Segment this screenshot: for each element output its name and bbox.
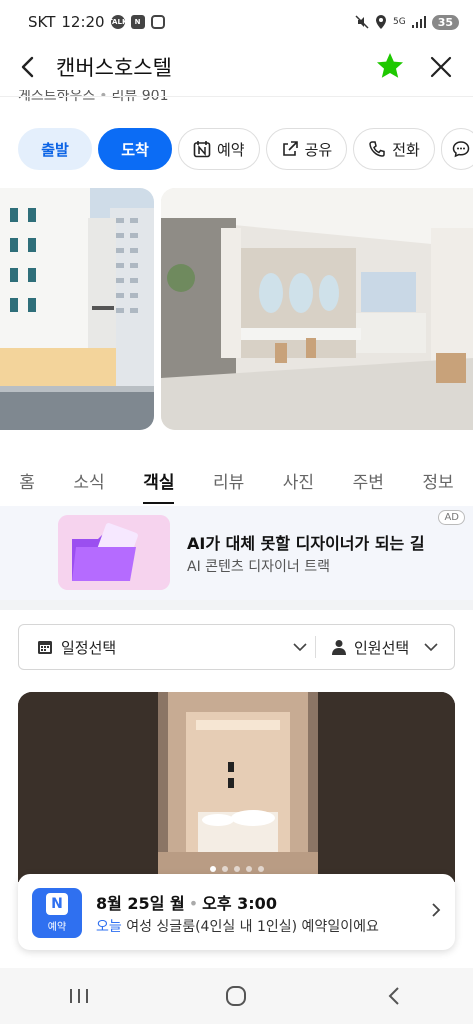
date-select-label: 일정선택 [61, 638, 117, 657]
share-label: 공유 [304, 140, 333, 159]
phone-icon [369, 141, 385, 157]
share-button[interactable]: 공유 [265, 128, 348, 170]
tab-info[interactable]: 정보 [422, 458, 453, 504]
favorite-button[interactable] [374, 50, 406, 82]
carousel-dot [233, 866, 240, 872]
booking-description: 여성 싱글룸(4인실 내 1인실) 예약일이에요 [126, 919, 379, 935]
chevron-left-icon [388, 987, 399, 1005]
chevron-right-icon [432, 903, 441, 917]
person-icon [332, 640, 346, 655]
tab-nearby[interactable]: 주변 [353, 458, 384, 504]
ad-subtitle: AI 콘텐츠 디자이너 트랙 [187, 559, 330, 575]
booking-today-label: 오늘 [96, 919, 122, 935]
tab-photos[interactable]: 사진 [283, 458, 314, 504]
close-button[interactable] [426, 52, 456, 82]
review-count[interactable]: 리뷰 901 [112, 90, 169, 104]
booking-reminder-card[interactable]: N 예약 8월 25일 월 • 오후 3:00 오늘 여성 싱글룸(4인실 내 1인… [18, 874, 455, 950]
people-select[interactable]: 인원선택 [316, 637, 454, 658]
booking-description-line: 오늘 여성 싱글룸(4인실 내 1인실) 예약일이에요 [96, 916, 379, 936]
carrier-label: SKT [28, 13, 56, 31]
naver-booking-icon [193, 141, 211, 158]
tab-home[interactable]: 홈 [19, 458, 35, 504]
title-bar: 캔버스호스텔 [0, 44, 473, 90]
place-tabs: 홈 소식 객실 리뷰 사진 주변 정보 [0, 458, 473, 504]
battery-indicator: 35 [431, 14, 459, 30]
tab-rooms[interactable]: 객실 [143, 458, 175, 504]
share-icon [282, 141, 298, 156]
call-button[interactable]: 전화 [353, 128, 435, 170]
action-chip-row: 출발 도착 예약 공유 전화 [18, 128, 473, 170]
reserve-label: 예약 [217, 140, 245, 159]
booking-badge-label: 예약 [47, 922, 67, 933]
booking-filter-bar: 일정선택 인원선택 [18, 624, 455, 670]
booking-badge: N 예약 [32, 888, 82, 938]
recent-apps-button[interactable] [59, 976, 99, 1016]
calendar-icon [38, 641, 52, 654]
ad-title: AI가 대체 못할 디자이너가 되는 길 [187, 534, 425, 553]
chat-icon [452, 141, 470, 158]
kakaotalk-notification-icon: TALK [108, 15, 127, 29]
interior-washroom-photo[interactable] [161, 188, 473, 430]
home-button[interactable] [216, 976, 256, 1016]
carousel-dot [221, 866, 228, 872]
place-category: 게스트하우스 [18, 90, 96, 104]
network-type: 5G [392, 17, 406, 27]
booking-time: 오후 3:00 [202, 894, 277, 913]
tab-reviews[interactable]: 리뷰 [213, 458, 244, 504]
android-nav-bar [0, 968, 473, 1024]
naver-notification-icon: N [130, 15, 145, 29]
carousel-dot [245, 866, 252, 872]
ad-folder-image [58, 515, 170, 590]
call-label: 전화 [392, 140, 420, 159]
chevron-down-icon [293, 643, 307, 652]
section-separator [0, 600, 473, 610]
status-bar: SKT 12:20 TALK N 5G 35 [0, 0, 473, 44]
mute-icon [355, 15, 369, 29]
back-arrow-icon [21, 56, 34, 78]
recent-apps-icon [69, 989, 88, 1003]
page-title: 캔버스호스텔 [56, 56, 172, 80]
building-exterior-photo[interactable] [0, 188, 154, 430]
more-chip-button[interactable] [440, 128, 473, 170]
home-circle-icon [226, 986, 247, 1006]
carousel-dot [257, 866, 264, 872]
date-select[interactable]: 일정선택 [19, 637, 315, 658]
carousel-dots [18, 866, 455, 872]
signal-icon [411, 16, 426, 28]
back-button[interactable] [14, 50, 44, 84]
people-select-label: 인원선택 [354, 638, 410, 657]
depart-label: 출발 [41, 140, 69, 159]
location-icon [375, 15, 386, 29]
clock: 12:20 [61, 13, 105, 31]
room-photo-carousel[interactable] [18, 692, 455, 882]
booking-date: 8월 25일 월 [96, 894, 185, 913]
header-divider [0, 96, 473, 97]
ad-badge[interactable]: AD [438, 510, 465, 525]
naver-n-icon: N [46, 893, 68, 915]
depart-button[interactable]: 출발 [18, 128, 92, 170]
close-icon [430, 56, 452, 78]
place-photo-strip [0, 188, 473, 430]
booking-datetime: 8월 25일 월 • 오후 3:00 [96, 894, 277, 913]
system-back-button[interactable] [374, 976, 414, 1016]
instagram-notification-icon [150, 15, 165, 29]
tab-news[interactable]: 소식 [73, 458, 104, 504]
chevron-down-icon [424, 643, 438, 652]
arrive-label: 도착 [121, 140, 149, 159]
carousel-dot [209, 866, 216, 872]
star-icon [377, 53, 403, 78]
arrive-button[interactable]: 도착 [98, 128, 172, 170]
place-subline: 게스트하우스 • 리뷰 901 [18, 90, 169, 104]
ad-banner[interactable]: AI가 대체 못할 디자이너가 되는 길 AI 콘텐츠 디자이너 트랙 AD [0, 506, 473, 600]
reserve-button[interactable]: 예약 [178, 128, 260, 170]
